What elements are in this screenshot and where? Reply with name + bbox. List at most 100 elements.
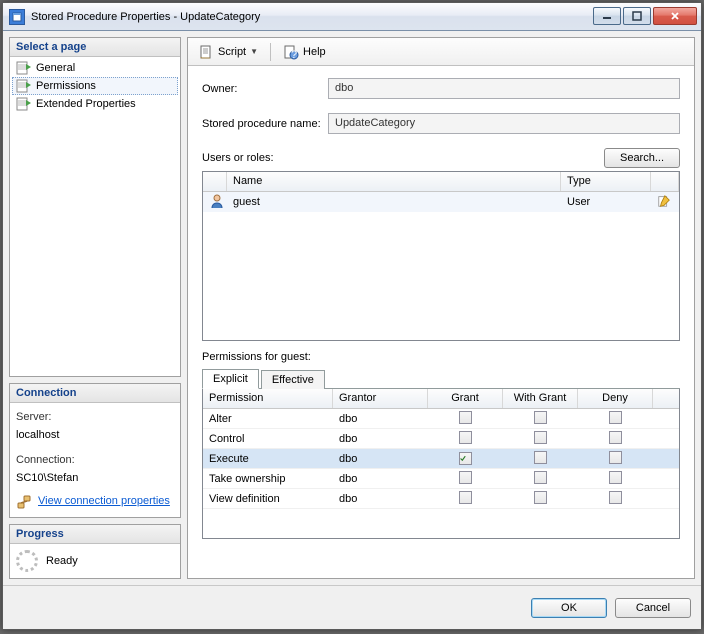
perm-deny-cell — [578, 409, 653, 429]
connection-icon — [16, 494, 32, 510]
connection-header: Connection — [10, 384, 180, 403]
users-col-action[interactable] — [651, 172, 679, 191]
connection-value: SC10\Stefan — [16, 470, 174, 488]
perm-grantor: dbo — [333, 411, 428, 427]
server-value: localhost — [16, 427, 174, 445]
view-connection-link[interactable]: View connection properties — [16, 493, 174, 511]
toolbar-separator — [270, 43, 271, 61]
progress-panel: Progress Ready — [9, 524, 181, 579]
spname-field: UpdateCategory — [328, 113, 680, 134]
script-icon — [198, 44, 214, 60]
perm-grant-cell — [428, 450, 503, 468]
perm-grant-cell — [428, 429, 503, 449]
owner-field: dbo — [328, 78, 680, 99]
page-icon — [16, 79, 32, 93]
toolbar: Script ▼ ? Help — [188, 38, 694, 66]
checkbox[interactable] — [459, 452, 472, 465]
page-permissions[interactable]: Permissions — [12, 77, 178, 95]
checkbox[interactable] — [609, 431, 622, 444]
permission-row[interactable]: Alterdbo — [203, 409, 679, 429]
titlebar[interactable]: Stored Procedure Properties - UpdateCate… — [3, 3, 701, 31]
users-header-row: Users or roles: Search... — [202, 148, 680, 168]
perm-withgrant-cell — [503, 429, 578, 449]
checkbox[interactable] — [609, 471, 622, 484]
page-label: Permissions — [36, 80, 96, 92]
checkbox[interactable] — [534, 491, 547, 504]
checkbox[interactable] — [534, 431, 547, 444]
permission-row[interactable]: Take ownershipdbo — [203, 469, 679, 489]
user-icon — [203, 191, 227, 214]
permission-row[interactable]: Controldbo — [203, 429, 679, 449]
permissions-grid-header: Permission Grantor Grant With Grant Deny — [203, 389, 679, 409]
checkbox[interactable] — [459, 471, 472, 484]
checkbox[interactable] — [459, 411, 472, 424]
page-icon — [16, 97, 32, 111]
dialog-footer: OK Cancel — [3, 585, 701, 629]
form-area: Owner: dbo Stored procedure name: Update… — [188, 66, 694, 545]
maximize-button[interactable] — [623, 7, 651, 25]
perm-col-deny[interactable]: Deny — [578, 389, 653, 408]
permissions-label: Permissions for guest: — [202, 351, 680, 363]
checkbox[interactable] — [534, 411, 547, 424]
perm-col-grant[interactable]: Grant — [428, 389, 503, 408]
tab-effective[interactable]: Effective — [261, 370, 325, 389]
checkbox[interactable] — [609, 451, 622, 464]
svg-text:?: ? — [291, 49, 297, 60]
user-name: guest — [227, 194, 561, 210]
select-page-panel: Select a page General Permissions Extend… — [9, 37, 181, 377]
spname-row: Stored procedure name: UpdateCategory — [202, 113, 680, 134]
page-label: General — [36, 62, 75, 74]
view-connection-link-text[interactable]: View connection properties — [38, 493, 170, 511]
window: Stored Procedure Properties - UpdateCate… — [2, 2, 702, 630]
permission-row[interactable]: View definitiondbo — [203, 489, 679, 509]
perm-withgrant-cell — [503, 409, 578, 429]
ok-button[interactable]: OK — [531, 598, 607, 618]
permissions-grid[interactable]: Permission Grantor Grant With Grant Deny… — [202, 389, 680, 539]
user-type: User — [561, 194, 651, 210]
perm-name: Alter — [203, 411, 333, 427]
user-edit-icon[interactable] — [651, 192, 679, 213]
close-button[interactable] — [653, 7, 697, 25]
perm-grantor: dbo — [333, 471, 428, 487]
users-col-name[interactable]: Name — [227, 172, 561, 191]
progress-status: Ready — [46, 555, 78, 567]
checkbox[interactable] — [459, 431, 472, 444]
page-general[interactable]: General — [12, 59, 178, 77]
perm-col-withgrant[interactable]: With Grant — [503, 389, 578, 408]
users-col-icon[interactable] — [203, 172, 227, 191]
users-grid-header: Name Type — [203, 172, 679, 192]
spinner-icon — [16, 550, 38, 572]
permission-row[interactable]: Executedbo — [203, 449, 679, 469]
checkbox[interactable] — [534, 451, 547, 464]
help-button[interactable]: ? Help — [279, 42, 330, 62]
spname-label: Stored procedure name: — [202, 118, 328, 130]
users-grid[interactable]: Name Type guestUser — [202, 171, 680, 341]
script-label: Script — [218, 46, 246, 58]
checkbox[interactable] — [609, 411, 622, 424]
page-extended-properties[interactable]: Extended Properties — [12, 95, 178, 113]
perm-deny-cell — [578, 489, 653, 509]
users-col-type[interactable]: Type — [561, 172, 651, 191]
script-button[interactable]: Script ▼ — [194, 42, 262, 62]
checkbox[interactable] — [459, 491, 472, 504]
perm-col-grantor[interactable]: Grantor — [333, 389, 428, 408]
users-row[interactable]: guestUser — [203, 192, 679, 212]
checkbox[interactable] — [609, 491, 622, 504]
perm-withgrant-cell — [503, 489, 578, 509]
checkbox[interactable] — [534, 471, 547, 484]
cancel-button[interactable]: Cancel — [615, 598, 691, 618]
chevron-down-icon: ▼ — [250, 47, 258, 56]
search-button[interactable]: Search... — [604, 148, 680, 168]
tab-explicit[interactable]: Explicit — [202, 369, 259, 389]
permissions-tabs: Explicit Effective — [202, 367, 680, 389]
perm-name: View definition — [203, 491, 333, 507]
minimize-button[interactable] — [593, 7, 621, 25]
perm-deny-cell — [578, 469, 653, 489]
owner-row: Owner: dbo — [202, 78, 680, 99]
window-title: Stored Procedure Properties - UpdateCate… — [31, 11, 591, 23]
connection-label: Connection: — [16, 452, 174, 470]
app-icon — [9, 9, 25, 25]
perm-grantor: dbo — [333, 491, 428, 507]
help-icon: ? — [283, 44, 299, 60]
perm-col-permission[interactable]: Permission — [203, 389, 333, 408]
